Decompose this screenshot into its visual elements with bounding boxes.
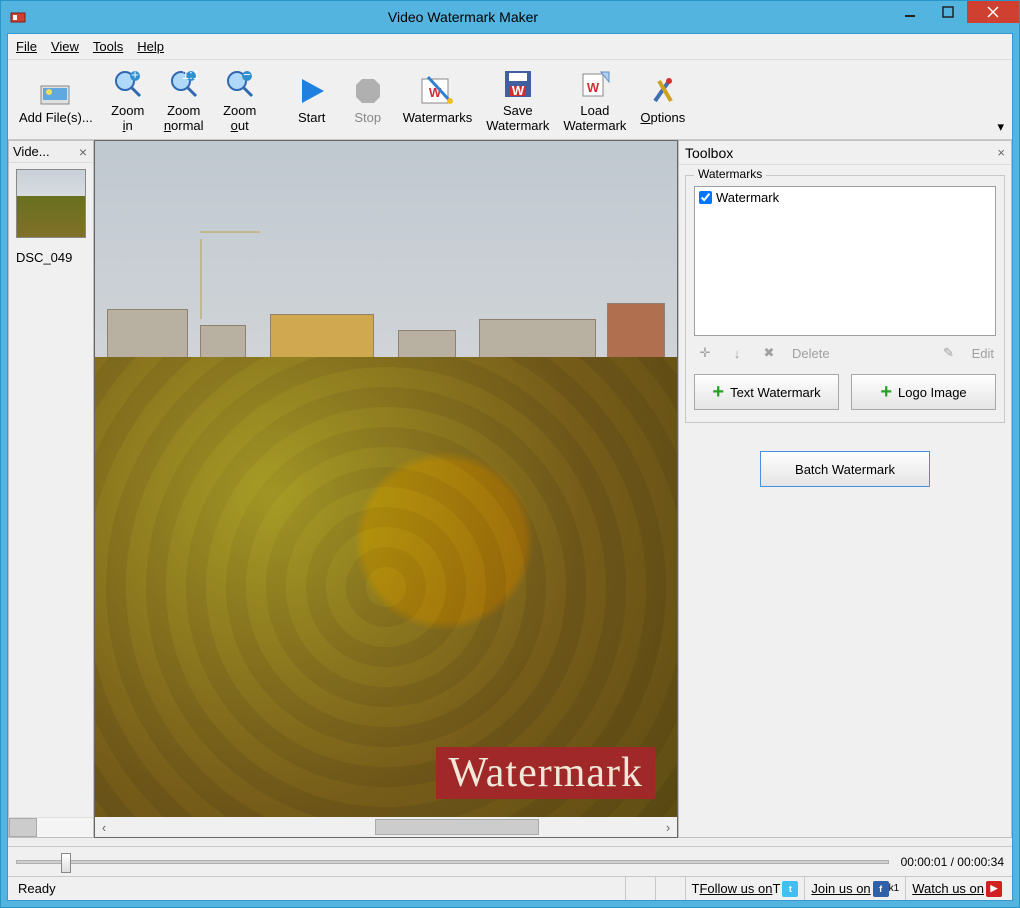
status-ready: Ready <box>12 877 626 900</box>
watermark-tools: ✛ ↓ ✖ Delete ✎ Edit <box>694 336 996 370</box>
text-watermark-label: Text Watermark <box>730 385 821 400</box>
youtube-icon: ▶ <box>986 881 1002 897</box>
watermarks-label: Watermarks <box>403 111 473 125</box>
watermark-list-item[interactable]: Watermark <box>697 189 993 206</box>
options-button[interactable]: Options <box>635 70 690 128</box>
svg-text:+: + <box>131 68 139 82</box>
stop-button: Stop <box>342 70 394 128</box>
statusbar: Ready TFollow us onT t Join us on fk1 Wa… <box>8 876 1012 900</box>
options-icon <box>645 73 681 109</box>
maximize-button[interactable] <box>929 1 967 23</box>
logo-image-button[interactable]: + Logo Image <box>851 374 996 410</box>
save-icon: W <box>500 66 536 102</box>
svg-text:−: − <box>243 68 251 82</box>
svg-text:1:1: 1:1 <box>182 68 200 82</box>
file-thumbnail[interactable]: DSC_049 <box>13 167 89 267</box>
main-area: Vide... × DSC_049 <box>8 140 1012 838</box>
twitter-icon: t <box>782 881 798 897</box>
zoom-out-button[interactable]: − Zoomout <box>214 63 266 136</box>
toolbox-panel: Toolbox × Watermarks Watermark ✛ ↓ <box>678 140 1012 838</box>
plus-icon: + <box>880 381 892 404</box>
files-scrollbar[interactable] <box>9 817 93 837</box>
toolbox-close-icon[interactable]: × <box>997 145 1005 160</box>
menu-file[interactable]: File <box>16 39 37 54</box>
window-title: Video Watermark Maker <box>35 9 891 25</box>
preview-panel: Watermark ‹ › <box>94 140 678 838</box>
zoom-normal-icon: 1:1 <box>166 66 202 102</box>
client-area: File View Tools Help Add File(s)... + Zo… <box>7 33 1013 901</box>
menubar: File View Tools Help <box>8 34 1012 60</box>
watermarks-button[interactable]: W Watermarks <box>398 70 478 128</box>
preview-hscrollbar[interactable]: ‹ › <box>95 817 677 837</box>
plus-icon: + <box>712 381 724 404</box>
svg-text:W: W <box>512 83 525 98</box>
files-panel-title: Vide... <box>13 144 77 159</box>
watermarks-group-label: Watermarks <box>694 167 766 181</box>
thumbnail-image <box>16 169 86 238</box>
svg-text:W: W <box>429 85 442 100</box>
start-button[interactable]: Start <box>286 70 338 128</box>
app-icon <box>9 8 27 26</box>
load-watermark-button[interactable]: W LoadWatermark <box>558 63 631 136</box>
stop-icon <box>350 73 386 109</box>
move-up-icon: ✛ <box>696 344 714 362</box>
play-icon <box>294 73 330 109</box>
add-files-label: Add File(s)... <box>19 110 93 125</box>
status-follow[interactable]: TFollow us onT t <box>686 877 806 900</box>
timeline-row: 00:00:01 / 00:00:34 <box>8 846 1012 876</box>
save-watermark-button[interactable]: W SaveWatermark <box>481 63 554 136</box>
files-panel: Vide... × DSC_049 <box>8 140 94 838</box>
timeline-slider[interactable] <box>16 860 889 864</box>
preview-viewport[interactable]: Watermark <box>95 141 677 817</box>
edit-icon: ✎ <box>940 344 958 362</box>
scroll-right-icon[interactable]: › <box>659 818 677 836</box>
scroll-left-icon[interactable]: ‹ <box>95 818 113 836</box>
add-files-button[interactable]: Add File(s)... <box>14 70 98 128</box>
watermark-overlay[interactable]: Watermark <box>436 747 655 799</box>
batch-watermark-button[interactable]: Batch Watermark <box>760 451 930 487</box>
menu-help[interactable]: Help <box>137 39 164 54</box>
toolbar-dropdown-icon[interactable]: ▾ <box>995 117 1006 137</box>
watermark-item-label: Watermark <box>716 190 779 205</box>
status-watch[interactable]: Watch us on ▶ <box>906 877 1008 900</box>
preview-image: Watermark <box>95 141 677 817</box>
files-panel-close-icon[interactable]: × <box>77 144 89 160</box>
menu-tools[interactable]: Tools <box>93 39 123 54</box>
text-watermark-button[interactable]: + Text Watermark <box>694 374 839 410</box>
close-button[interactable] <box>967 1 1019 23</box>
zoom-in-icon: + <box>110 66 146 102</box>
batch-watermark-label: Batch Watermark <box>795 462 895 477</box>
svg-text:W: W <box>587 80 600 95</box>
edit-label: Edit <box>972 346 994 361</box>
start-label: Start <box>298 111 325 125</box>
thumbnail-label: DSC_049 <box>16 250 86 265</box>
logo-image-label: Logo Image <box>898 385 967 400</box>
status-join[interactable]: Join us on fk1 <box>805 877 906 900</box>
facebook-icon: f <box>873 881 889 897</box>
toolbox-title: Toolbox <box>685 145 997 161</box>
menu-view[interactable]: View <box>51 39 79 54</box>
timeline-time: 00:00:01 / 00:00:34 <box>901 855 1004 869</box>
stop-label: Stop <box>354 111 381 125</box>
timeline-thumb[interactable] <box>61 853 71 873</box>
remove-icon: ✖ <box>760 344 778 362</box>
zoom-in-button[interactable]: + Zoomin <box>102 63 154 136</box>
toolbar: Add File(s)... + Zoomin 1:1 Zoomnormal −… <box>8 60 1012 140</box>
zoom-out-icon: − <box>222 66 258 102</box>
watermark-checkbox[interactable] <box>699 191 712 204</box>
window-titlebar: Video Watermark Maker <box>1 1 1019 33</box>
add-files-icon <box>38 73 74 109</box>
load-icon: W <box>577 66 613 102</box>
watermarks-icon: W <box>419 73 455 109</box>
move-down-icon: ↓ <box>728 344 746 362</box>
watermarks-group: Watermarks Watermark ✛ ↓ ✖ Delete ✎ <box>685 175 1005 423</box>
minimize-button[interactable] <box>891 1 929 23</box>
zoom-normal-button[interactable]: 1:1 Zoomnormal <box>158 63 210 136</box>
watermarks-list[interactable]: Watermark <box>694 186 996 336</box>
delete-label: Delete <box>792 346 830 361</box>
